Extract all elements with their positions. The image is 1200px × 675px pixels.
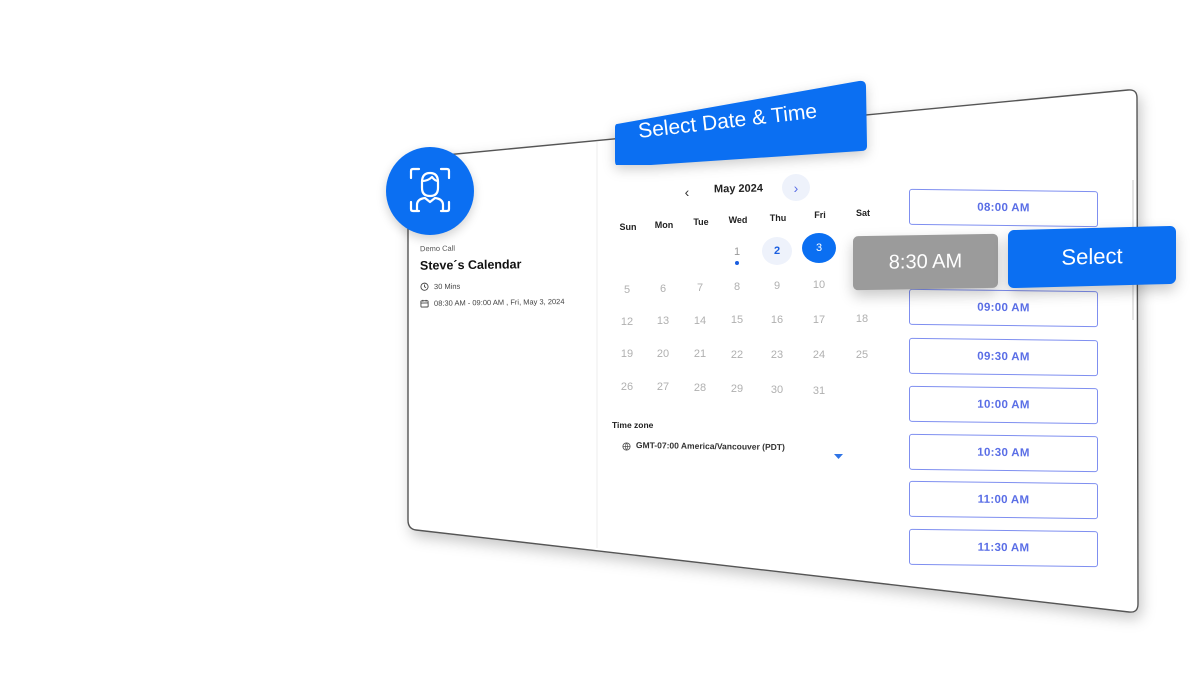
user-scan-icon	[409, 167, 451, 213]
day-13[interactable]: 13	[652, 315, 674, 327]
time-slot[interactable]: 11:30 AM	[909, 528, 1098, 568]
day-24[interactable]: 24	[808, 349, 830, 361]
avatar	[386, 147, 474, 235]
event-type: Demo Call	[419, 243, 456, 254]
booking-card	[407, 89, 1139, 613]
chevron-down-icon	[834, 454, 843, 459]
select-date-time-banner: Select Date & Time	[614, 79, 867, 165]
weekday-thu: Thu	[769, 213, 787, 223]
time-slot[interactable]: 09:00 AM	[909, 288, 1098, 328]
clock-icon	[420, 282, 429, 291]
day-15[interactable]: 15	[726, 314, 748, 326]
select-button-label: Select	[1061, 243, 1123, 270]
weekday-wed: Wed	[728, 215, 748, 225]
weekday-fri: Fri	[814, 210, 826, 220]
calendar-title: Steve´s Calendar	[419, 257, 522, 273]
selected-time-text: 8:30 AM	[888, 249, 963, 274]
day-3[interactable]: 3	[802, 233, 836, 263]
event-dot	[735, 261, 739, 265]
duration-row: 30 Mins	[420, 282, 460, 292]
day-16[interactable]: 16	[766, 314, 788, 326]
day-6[interactable]: 6	[652, 283, 674, 295]
day-27[interactable]: 27	[652, 381, 674, 393]
duration-text: 30 Mins	[433, 281, 461, 292]
time-slot[interactable]: 10:30 AM	[909, 433, 1098, 473]
day-23[interactable]: 23	[766, 349, 788, 361]
day-5[interactable]: 5	[616, 284, 638, 296]
timezone-select[interactable]: GMT-07:00 America/Vancouver (PDT)	[622, 440, 848, 464]
day-20[interactable]: 20	[652, 348, 674, 360]
day-1[interactable]: 1	[726, 246, 748, 258]
selected-time-chip: 8:30 AM	[853, 233, 998, 291]
day-26[interactable]: 26	[616, 381, 638, 393]
day-2[interactable]: 2	[762, 237, 792, 265]
calendar-icon	[420, 299, 429, 308]
day-9[interactable]: 9	[766, 280, 788, 292]
day-19[interactable]: 19	[616, 348, 638, 360]
time-slot[interactable]: 09:30 AM	[909, 337, 1098, 377]
day-10[interactable]: 10	[808, 279, 830, 291]
timezone-value: GMT-07:00 America/Vancouver (PDT)	[635, 440, 785, 453]
next-month-button[interactable]: ›	[782, 174, 810, 201]
weekday-mon: Mon	[654, 220, 674, 230]
select-button[interactable]: Select	[1008, 225, 1176, 289]
day-28[interactable]: 28	[689, 382, 711, 394]
globe-icon	[622, 442, 631, 451]
day-17[interactable]: 17	[808, 314, 830, 326]
day-31[interactable]: 31	[808, 385, 830, 397]
month-label: May 2024	[713, 182, 764, 196]
day-12[interactable]: 12	[616, 316, 638, 328]
day-29[interactable]: 29	[726, 383, 748, 395]
weekday-tue: Tue	[693, 217, 709, 227]
day-21[interactable]: 21	[689, 348, 711, 360]
day-30[interactable]: 30	[766, 384, 788, 396]
time-slot[interactable]: 11:00 AM	[909, 480, 1098, 520]
day-18[interactable]: 18	[851, 313, 873, 325]
day-25[interactable]: 25	[851, 349, 873, 361]
day-7[interactable]: 7	[689, 282, 711, 294]
time-slot[interactable]: 10:00 AM	[909, 385, 1098, 425]
day-14[interactable]: 14	[689, 315, 711, 327]
prev-month-button[interactable]: ‹	[678, 184, 696, 204]
weekday-sat: Sat	[855, 208, 870, 218]
timezone-label: Time zone	[612, 420, 654, 430]
day-22[interactable]: 22	[726, 349, 748, 361]
weekday-sun: Sun	[619, 222, 637, 232]
day-8[interactable]: 8	[726, 281, 748, 293]
datetime-text: 08:30 AM - 09:00 AM , Fri, May 3, 2024	[433, 296, 565, 308]
time-slot[interactable]: 08:00 AM	[909, 188, 1098, 228]
